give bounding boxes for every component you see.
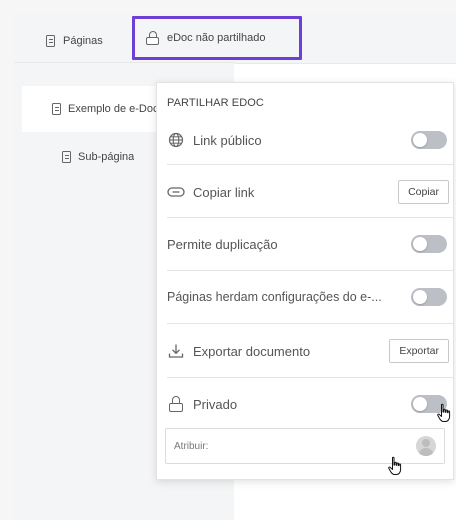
download-icon bbox=[167, 342, 185, 360]
globe-icon bbox=[167, 131, 185, 149]
lock-icon bbox=[146, 31, 159, 45]
hand-pointer-icon bbox=[388, 456, 402, 475]
private-row: Privado bbox=[157, 377, 455, 431]
private-label: Privado bbox=[193, 396, 238, 412]
tab-pages[interactable]: Páginas bbox=[46, 18, 103, 64]
avatar-icon[interactable] bbox=[416, 436, 436, 456]
document-icon bbox=[62, 151, 71, 163]
public-link-label: Link público bbox=[193, 132, 262, 148]
tab-edoc-label: eDoc não partilhado bbox=[167, 32, 266, 44]
sidebar-item-subpagina[interactable]: Sub-página bbox=[46, 146, 134, 168]
allow-duplication-row: Permite duplicação bbox=[157, 217, 455, 271]
document-icon bbox=[46, 35, 55, 47]
lock-icon bbox=[167, 395, 185, 413]
copy-link-row: Copiar link Copiar bbox=[157, 165, 455, 219]
share-menu-title: PARTILHAR EDOC bbox=[167, 97, 264, 109]
export-button[interactable]: Exportar bbox=[389, 339, 449, 363]
tab-pages-label: Páginas bbox=[63, 35, 103, 47]
hand-pointer-icon bbox=[437, 403, 451, 422]
export-label: Exportar documento bbox=[193, 343, 311, 359]
sidebar-item-exemplo[interactable]: Exemplo de e-Doc bbox=[22, 86, 158, 132]
export-row: Exportar documento Exportar bbox=[157, 324, 455, 378]
public-link-toggle[interactable] bbox=[411, 131, 447, 149]
share-dropdown: PARTILHAR EDOC Link público Copiar link … bbox=[156, 82, 454, 480]
copy-link-label: Copiar link bbox=[193, 184, 255, 200]
sidebar-item-label: Sub-página bbox=[78, 151, 135, 163]
pages-inherit-toggle[interactable] bbox=[411, 288, 447, 306]
tab-edoc-share[interactable]: eDoc não partilhado bbox=[146, 18, 265, 58]
allow-duplication-label: Permite duplicação bbox=[167, 236, 278, 252]
link-icon bbox=[167, 183, 185, 201]
document-icon bbox=[52, 103, 61, 115]
public-link-row: Link público bbox=[157, 113, 455, 167]
sidebar-item-label: Exemplo de e-Doc bbox=[68, 103, 158, 115]
assign-field[interactable]: Atribuir: bbox=[165, 428, 445, 464]
pages-inherit-row: Páginas herdam configurações do e-... bbox=[157, 270, 455, 324]
assign-label: Atribuir: bbox=[174, 440, 209, 452]
copy-button[interactable]: Copiar bbox=[398, 180, 449, 204]
pages-inherit-label: Páginas herdam configurações do e-... bbox=[167, 290, 382, 304]
allow-duplication-toggle[interactable] bbox=[411, 235, 447, 253]
